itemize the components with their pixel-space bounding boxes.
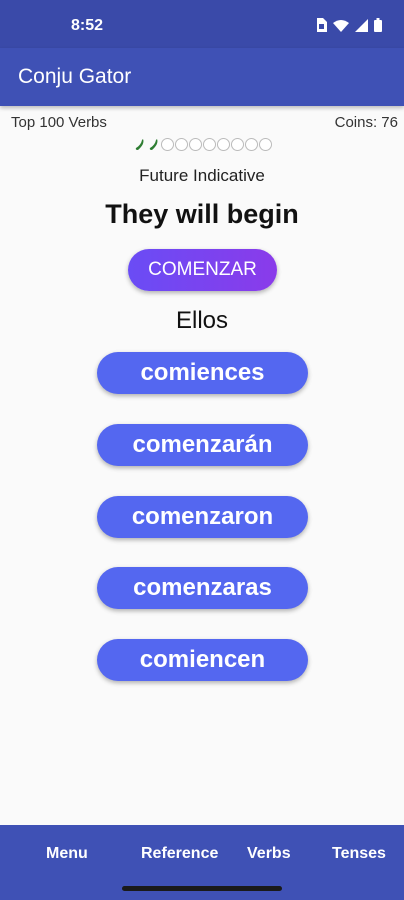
progress-dot — [202, 138, 216, 151]
progress-dot — [258, 138, 272, 151]
wifi-icon — [333, 19, 349, 32]
prompt-text: They will begin — [105, 199, 299, 229]
progress-dot — [244, 138, 258, 151]
nav-tenses[interactable]: Tenses — [332, 845, 386, 863]
status-time: 8:52 — [71, 17, 104, 34]
nav-verbs[interactable]: Verbs — [247, 845, 291, 863]
answer-button-4[interactable]: comenzaras — [97, 567, 308, 609]
signal-icon — [355, 18, 368, 32]
pepper-icon — [147, 138, 160, 151]
battery-icon — [374, 18, 382, 32]
progress-dot — [216, 138, 230, 151]
pronoun-label: Ellos — [175, 307, 229, 334]
progress-dot — [188, 138, 202, 151]
progress-dot — [230, 138, 244, 151]
status-icons — [316, 17, 382, 33]
app-bar: Conju Gator — [0, 48, 404, 106]
nav-reference[interactable]: Reference — [141, 845, 218, 863]
progress-dot — [160, 138, 174, 151]
nav-menu[interactable]: Menu — [46, 845, 88, 863]
status-bar: 8:52 — [0, 0, 404, 48]
app-title: Conju Gator — [18, 65, 132, 88]
tense-label: Future Indicative — [139, 166, 265, 185]
progress-dot — [174, 138, 188, 151]
answer-button-3[interactable]: comenzaron — [97, 496, 308, 538]
pepper-icon — [133, 138, 146, 151]
verb-button[interactable]: COMENZAR — [128, 249, 277, 291]
progress-tracker — [0, 138, 404, 151]
deck-label: Top 100 Verbs — [11, 114, 107, 131]
home-indicator[interactable] — [122, 886, 282, 891]
answer-button-5[interactable]: comiencen — [97, 639, 308, 681]
sim-card-icon — [317, 18, 327, 32]
answer-button-1[interactable]: comiences — [97, 352, 308, 394]
answer-button-2[interactable]: comenzarán — [97, 424, 308, 466]
coins-label: Coins: 76 — [334, 114, 398, 131]
